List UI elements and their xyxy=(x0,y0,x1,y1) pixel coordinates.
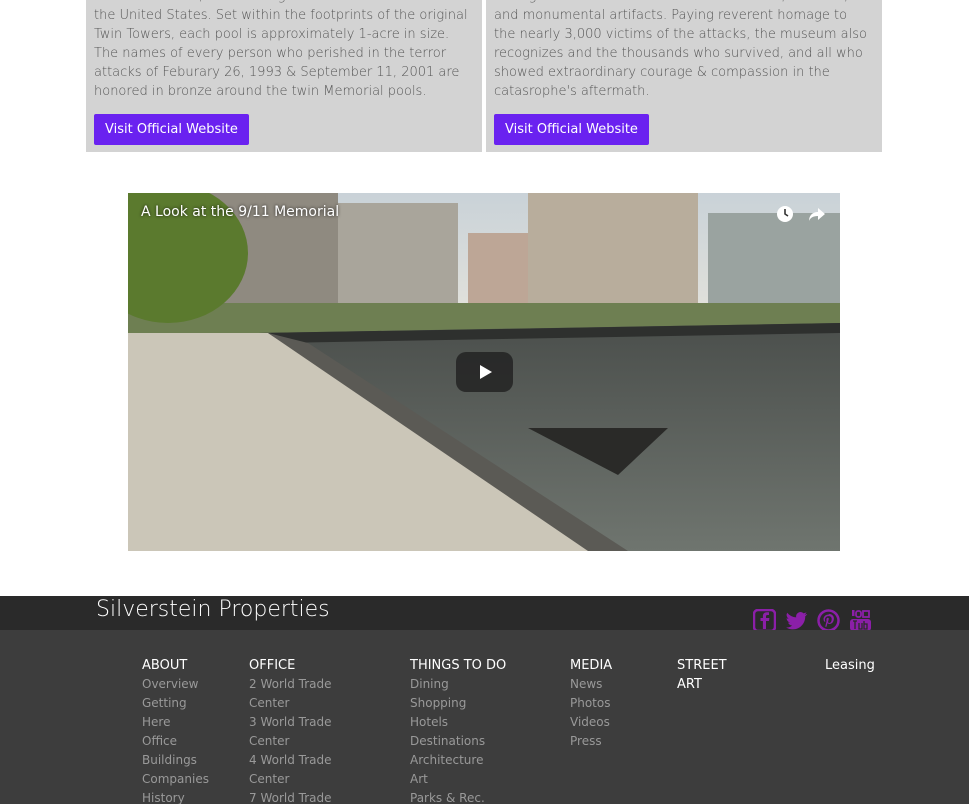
footer-column-street-art: STREET ART xyxy=(677,656,747,694)
footer-column-about: ABOUT Overview Getting Here Office Build… xyxy=(142,656,222,804)
visit-website-button[interactable]: Visit Official Website xyxy=(494,114,649,145)
museum-card: through state-of-the-art multimedia exhi… xyxy=(486,0,882,152)
column-heading[interactable]: STREET ART xyxy=(677,656,747,694)
footer-link[interactable]: Press xyxy=(570,732,650,751)
column-heading[interactable]: OFFICE xyxy=(249,656,359,675)
footer-column-media: MEDIA News Photos Videos Press xyxy=(570,656,650,751)
footer-link[interactable]: 7 World Trade xyxy=(249,789,359,804)
footer-link[interactable]: Shopping xyxy=(410,694,540,713)
column-heading[interactable]: ABOUT xyxy=(142,656,222,675)
share-icon[interactable] xyxy=(808,205,826,227)
footer-link[interactable]: Companies xyxy=(142,770,222,789)
footer-link[interactable]: Overview xyxy=(142,675,222,694)
column-heading[interactable]: THINGS TO DO xyxy=(410,656,540,675)
footer-link[interactable]: Getting xyxy=(142,694,222,713)
footer-link[interactable]: Center xyxy=(249,770,359,789)
footer-link[interactable]: Center xyxy=(249,694,359,713)
video-player[interactable]: A Look at the 9/11 Memorial xyxy=(128,193,840,551)
footer-column-office: OFFICE 2 World Trade Center 3 World Trad… xyxy=(249,656,359,804)
brand-logo[interactable]: Silverstein Properties xyxy=(96,596,330,624)
social-links xyxy=(752,608,872,633)
memorial-card: White Oak trees, and the largest man-mad… xyxy=(86,0,482,152)
footer-link[interactable]: Center xyxy=(249,732,359,751)
column-heading[interactable]: Leasing xyxy=(825,656,885,675)
watch-later-icon[interactable] xyxy=(776,205,794,227)
pinterest-icon[interactable] xyxy=(817,609,840,632)
page: White Oak trees, and the largest man-mad… xyxy=(0,0,969,804)
twitter-icon[interactable] xyxy=(785,609,808,632)
video-title: A Look at the 9/11 Memorial xyxy=(141,204,340,220)
footer-column-leasing: Leasing xyxy=(825,656,885,675)
footer-column-things-to-do: THINGS TO DO Dining Shopping Hotels Dest… xyxy=(410,656,540,804)
footer-link[interactable]: Hotels xyxy=(410,713,540,732)
footer-link[interactable]: Office xyxy=(142,732,222,751)
heading-line: STREET xyxy=(677,658,727,673)
footer-link[interactable]: 3 World Trade xyxy=(249,713,359,732)
footer-link[interactable]: News xyxy=(570,675,650,694)
footer-links: ABOUT Overview Getting Here Office Build… xyxy=(0,630,969,804)
footer-bar: Silverstein Properties xyxy=(0,596,969,633)
museum-description: through state-of-the-art multimedia exhi… xyxy=(494,0,867,99)
footer-link[interactable]: 2 World Trade xyxy=(249,675,359,694)
column-heading[interactable]: MEDIA xyxy=(570,656,650,675)
footer-link[interactable]: Art xyxy=(410,770,540,789)
footer-link[interactable]: Dining xyxy=(410,675,540,694)
visit-website-button[interactable]: Visit Official Website xyxy=(94,114,249,145)
footer-link[interactable]: Buildings xyxy=(142,751,222,770)
footer-link[interactable]: Destinations xyxy=(410,732,540,751)
play-button[interactable] xyxy=(456,352,513,392)
heading-line: ART xyxy=(677,677,702,692)
youtube-icon[interactable] xyxy=(849,609,872,632)
footer-link[interactable]: Parks & Rec. xyxy=(410,789,540,804)
memorial-description: White Oak trees, and the largest man-mad… xyxy=(94,0,468,99)
facebook-icon[interactable] xyxy=(752,608,777,633)
footer-link[interactable]: Photos xyxy=(570,694,650,713)
footer-link[interactable]: History xyxy=(142,789,222,804)
footer-link[interactable]: Videos xyxy=(570,713,650,732)
footer-link[interactable]: Architecture xyxy=(410,751,540,770)
footer-link[interactable]: Here xyxy=(142,713,222,732)
footer-link[interactable]: 4 World Trade xyxy=(249,751,359,770)
